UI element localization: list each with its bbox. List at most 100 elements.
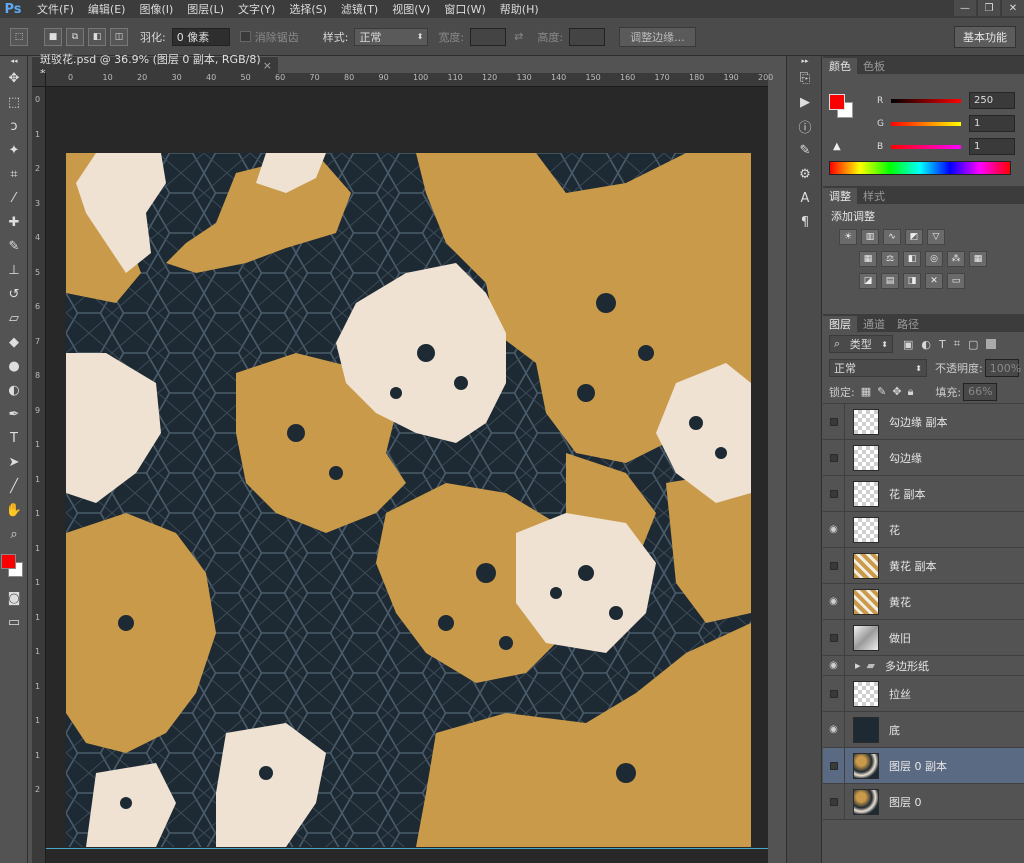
layer-thumbnail[interactable] [853,716,879,743]
gamut-warning-icon[interactable]: ▲ [833,141,841,152]
menu-file[interactable]: 文件(F) [30,1,81,17]
dock-collapse-icon[interactable]: ▸▸ [787,56,823,66]
filter-toggle[interactable] [986,339,997,349]
zoom-tool-icon[interactable]: ⌕ [0,522,28,546]
vibrance-icon[interactable]: ▽ [927,229,945,245]
history-brush-tool-icon[interactable]: ↺ [0,282,28,306]
layer-thumbnail[interactable] [853,752,879,779]
red-slider[interactable] [891,98,961,103]
style-select[interactable]: 正常 ⬍ [354,27,429,46]
eye-icon[interactable]: ◉ [823,583,845,620]
workspace-button[interactable]: 基本功能 [954,26,1016,48]
refine-edge-button[interactable]: 调整边缘... [619,26,696,47]
blue-slider[interactable] [891,144,961,149]
clone-stamp-tool-icon[interactable]: ⊥ [0,258,28,282]
layer-thumbnail[interactable] [853,588,879,615]
green-value-input[interactable]: 1 [969,115,1015,132]
layer-thumbnail[interactable] [853,680,879,707]
tab-color[interactable]: 颜色 [823,58,857,74]
black-white-icon[interactable]: ◧ [903,251,921,267]
color-lookup-icon[interactable]: ▦ [969,251,987,267]
eye-icon[interactable]: ◉ [823,511,845,548]
layer-row[interactable]: ◉ ▸ ▰ 多边形纸 [823,655,1024,676]
panel-collapse-icon[interactable]: ◂◂ [0,56,28,66]
layer-row[interactable]: ◉ 花 [823,511,1024,548]
eye-icon[interactable]: ◉ [823,655,845,676]
layer-row[interactable]: 图层 0 [823,783,1024,820]
intersect-selection-icon[interactable]: ◫ [110,27,128,46]
maximize-button[interactable]: ❐ [978,0,1000,16]
pixel-filter-icon[interactable]: ▣ [903,338,913,351]
channel-mixer-icon[interactable]: ⁂ [947,251,965,267]
tool-presets-icon[interactable]: ⚙ [787,162,823,186]
visibility-toggle[interactable] [823,675,845,712]
layer-row[interactable]: 花 副本 [823,475,1024,512]
close-icon[interactable]: × [263,59,272,72]
layer-thumbnail[interactable] [853,552,879,579]
menu-help[interactable]: 帮助(H) [493,1,546,17]
layer-row[interactable]: 做旧 [823,619,1024,656]
vertical-ruler[interactable]: 0 1 2 3 4 5 6 7 8 9 1 1 1 1 1 1 1 1 1 1 2 [32,87,46,863]
document-canvas[interactable] [66,153,751,847]
info-panel-icon[interactable]: ⓘ [787,114,823,138]
menu-type[interactable]: 文字(Y) [231,1,282,17]
opacity-input[interactable]: 100% [984,359,1021,377]
rect-marquee-tool-icon[interactable]: ⬚ [0,90,28,114]
layer-row[interactable]: 勾边缘 [823,439,1024,476]
paint-bucket-tool-icon[interactable]: ◆ [0,330,28,354]
lasso-tool-icon[interactable]: ↄ [0,114,28,138]
layer-row[interactable]: 黄花 副本 [823,547,1024,584]
color-fg-swatch[interactable] [829,94,845,110]
layer-row[interactable]: 勾边缘 副本 [823,403,1024,440]
new-selection-icon[interactable]: ■ [44,27,62,46]
visibility-toggle[interactable] [823,439,845,476]
posterize-icon[interactable]: ▤ [881,273,899,289]
shape-filter-icon[interactable]: ⌗ [954,337,960,351]
path-selection-tool-icon[interactable]: ➤ [0,450,28,474]
antialias-checkbox[interactable] [239,31,251,42]
pen-tool-icon[interactable]: ✒ [0,402,28,426]
eye-icon[interactable]: ◉ [823,711,845,748]
layer-thumbnail[interactable] [853,624,879,651]
layer-row[interactable]: ◉ 底 [823,711,1024,748]
magic-wand-tool-icon[interactable]: ✦ [0,138,28,162]
photo-filter-icon[interactable]: ◎ [925,251,943,267]
layer-thumbnail[interactable] [853,444,879,471]
dodge-tool-icon[interactable]: ◐ [0,378,28,402]
selective-color-icon[interactable]: ✕ [925,273,943,289]
blue-value-input[interactable]: 1 [969,138,1015,155]
menu-layer[interactable]: 图层(L) [180,1,231,17]
healing-brush-tool-icon[interactable]: ✚ [0,210,28,234]
layer-filter-select[interactable]: ⌕ 类型 ⬍ [829,335,893,353]
screen-mode-icon[interactable]: ▭ [0,610,28,634]
feather-input[interactable]: 0 像素 [171,27,230,46]
layer-thumbnail[interactable] [853,408,879,435]
color-balance-icon[interactable]: ⚖ [881,251,899,267]
lock-position-icon[interactable]: ✥ [892,385,901,398]
lock-all-icon[interactable]: 🔒︎ [908,385,914,399]
menu-filter[interactable]: 滤镜(T) [334,1,385,17]
paragraph-panel-icon[interactable]: ¶ [787,210,823,234]
eraser-tool-icon[interactable]: ▱ [0,306,28,330]
blend-mode-select[interactable]: 正常 ⬍ [829,359,927,377]
tab-styles[interactable]: 样式 [857,188,891,204]
brush-panel-icon[interactable]: ✎ [787,138,823,162]
menu-edit[interactable]: 编辑(E) [81,1,133,17]
layer-thumbnail[interactable] [853,516,879,543]
character-panel-icon[interactable]: A [787,186,823,210]
fill-input[interactable]: 66% [963,382,998,401]
eyedropper-tool-icon[interactable]: ⁄ [0,186,28,210]
close-window-button[interactable]: ✕ [1002,0,1024,16]
layer-thumbnail[interactable] [853,480,879,507]
visibility-toggle[interactable] [823,747,845,784]
blur-tool-icon[interactable]: ● [0,354,28,378]
actions-panel-icon[interactable]: ▶ [787,90,823,114]
brightness-icon[interactable]: ☀ [839,229,857,245]
gradient-map-icon[interactable]: ▭ [947,273,965,289]
menu-window[interactable]: 窗口(W) [437,1,492,17]
menu-select[interactable]: 选择(S) [282,1,334,17]
tab-layers[interactable]: 图层 [823,316,857,332]
menu-image[interactable]: 图像(I) [132,1,180,17]
expand-group-icon[interactable]: ▸ [855,659,861,672]
crop-tool-icon[interactable]: ⌗ [0,162,28,186]
